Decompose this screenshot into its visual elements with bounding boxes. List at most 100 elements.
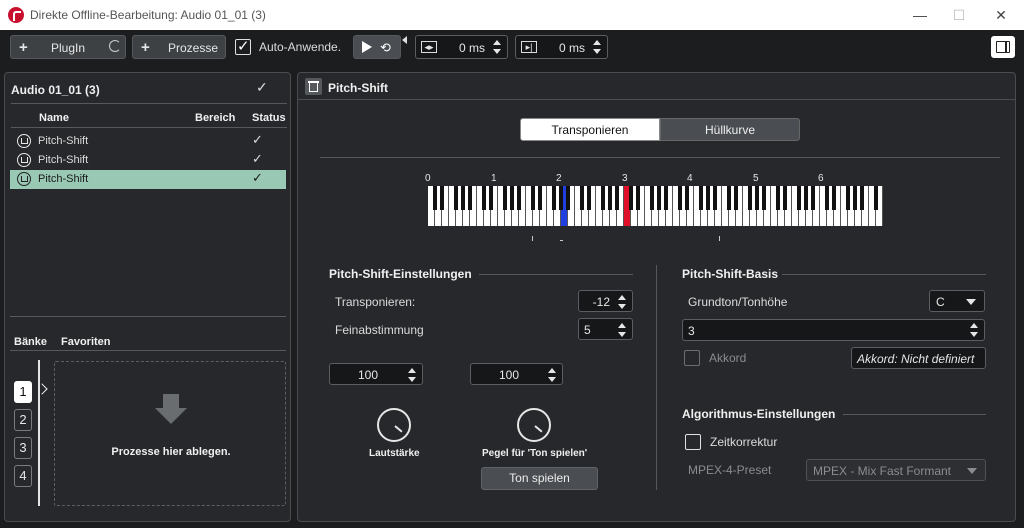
- piano-black-key[interactable]: [733, 186, 739, 210]
- piano-black-key[interactable]: [467, 186, 473, 210]
- process-drop-zone[interactable]: Prozesse hier ablegen.: [54, 361, 286, 506]
- piano-black-key[interactable]: [852, 186, 858, 210]
- stepper-arrows-icon[interactable]: [593, 39, 601, 55]
- bank-2-button[interactable]: 2: [14, 409, 32, 431]
- preset-dropdown[interactable]: MPEX - Mix Fast Formant: [806, 459, 986, 481]
- piano-black-key[interactable]: [859, 186, 865, 210]
- pre-crossfade-field[interactable]: ◂▸ 0 ms: [415, 35, 508, 59]
- piano-black-key[interactable]: [502, 186, 508, 210]
- piano-black-key[interactable]: [558, 186, 564, 210]
- bank-4-button[interactable]: 4: [14, 465, 32, 487]
- volume-stepper[interactable]: 100: [329, 363, 423, 385]
- stepper-arrows-icon[interactable]: [408, 367, 416, 383]
- piano-black-key[interactable]: [705, 186, 711, 210]
- column-status[interactable]: Status: [252, 112, 286, 124]
- column-range[interactable]: Bereich: [195, 112, 235, 124]
- layout-toggle-button[interactable]: [991, 36, 1015, 58]
- piano-black-key[interactable]: [747, 186, 753, 210]
- piano-black-key[interactable]: [698, 186, 704, 210]
- piano-black-key[interactable]: [824, 186, 830, 210]
- level-stepper[interactable]: 100: [470, 363, 563, 385]
- piano-black-key[interactable]: [775, 186, 781, 210]
- maximize-icon[interactable]: ☐: [949, 5, 969, 25]
- piano-black-key[interactable]: [600, 186, 606, 210]
- stepper-arrows-icon[interactable]: [618, 294, 626, 310]
- table-row[interactable]: Pitch-Shift ✓: [10, 151, 286, 170]
- root-dropdown[interactable]: C: [929, 290, 985, 312]
- transpose-stepper[interactable]: -12: [578, 290, 633, 312]
- piano-black-key[interactable]: [663, 186, 669, 210]
- play-tone-button[interactable]: Ton spielen: [481, 467, 598, 490]
- stepper-arrows-icon[interactable]: [548, 367, 556, 383]
- piano-black-key[interactable]: [565, 186, 571, 210]
- volume-value: 100: [358, 368, 379, 382]
- level-knob[interactable]: [517, 408, 551, 442]
- piano-black-key[interactable]: [684, 186, 690, 210]
- piano-black-key[interactable]: [614, 186, 620, 210]
- piano-black-key[interactable]: [712, 186, 718, 210]
- stepper-arrows-icon[interactable]: [618, 322, 626, 338]
- piano-black-key[interactable]: [845, 186, 851, 210]
- column-name[interactable]: Name: [39, 112, 69, 124]
- piano-black-key[interactable]: [831, 186, 837, 210]
- auto-apply-checkbox[interactable]: [235, 37, 251, 55]
- post-crossfade-field[interactable]: ▸| 0 ms: [515, 35, 608, 59]
- piano-black-key[interactable]: [481, 186, 487, 210]
- piano-black-key[interactable]: [579, 186, 585, 210]
- volume-knob[interactable]: [377, 408, 411, 442]
- piano-black-key[interactable]: [635, 186, 641, 210]
- piano-black-key[interactable]: [516, 186, 522, 210]
- tab-envelope[interactable]: Hüllkurve: [660, 118, 800, 141]
- piano-black-key[interactable]: [796, 186, 802, 210]
- add-plugin-button[interactable]: + PlugIn: [10, 35, 126, 59]
- piano-black-key[interactable]: [432, 186, 438, 210]
- piano-black-key[interactable]: [460, 186, 466, 210]
- time-correction-checkbox[interactable]: [685, 434, 701, 450]
- piano-black-key[interactable]: [628, 186, 634, 210]
- close-icon[interactable]: ✕: [991, 5, 1011, 25]
- chord-checkbox[interactable]: [684, 350, 700, 366]
- bank-3-button[interactable]: 3: [14, 437, 32, 459]
- bank-1-button[interactable]: 1: [14, 381, 32, 403]
- piano-black-key[interactable]: [551, 186, 557, 210]
- octave-value: 3: [688, 324, 695, 338]
- piano-black-key[interactable]: [761, 186, 767, 210]
- piano-black-key[interactable]: [726, 186, 732, 210]
- play-icon[interactable]: [362, 41, 372, 53]
- piano-black-key[interactable]: [509, 186, 515, 210]
- piano-black-key[interactable]: [439, 186, 445, 210]
- octave-stepper[interactable]: 3: [682, 319, 985, 341]
- table-row[interactable]: Pitch-Shift ✓: [10, 132, 286, 151]
- piano-black-key[interactable]: [586, 186, 592, 210]
- chord-define-button[interactable]: Akkord: Nicht definiert: [851, 347, 986, 369]
- delete-icon[interactable]: [305, 78, 322, 95]
- piano-black-key[interactable]: [607, 186, 613, 210]
- piano-black-key[interactable]: [782, 186, 788, 210]
- tab-favorites[interactable]: Favoriten: [61, 336, 111, 348]
- octave-label: 1: [491, 173, 497, 184]
- piano-black-key[interactable]: [649, 186, 655, 210]
- minimize-icon[interactable]: —: [910, 5, 930, 25]
- table-row-selected[interactable]: Pitch-Shift ✓: [10, 170, 286, 189]
- piano-black-key[interactable]: [453, 186, 459, 210]
- piano-black-key[interactable]: [810, 186, 816, 210]
- piano-black-key[interactable]: [537, 186, 543, 210]
- piano-black-key[interactable]: [803, 186, 809, 210]
- add-process-button[interactable]: + Prozesse: [132, 35, 226, 59]
- finetune-stepper[interactable]: 5: [578, 318, 633, 340]
- piano-black-key[interactable]: [873, 186, 879, 210]
- piano-black-key[interactable]: [530, 186, 536, 210]
- collapse-arrow-icon[interactable]: [402, 36, 407, 44]
- tab-banks[interactable]: Bänke: [14, 336, 47, 348]
- piano-keyboard[interactable]: [428, 186, 883, 226]
- piano-black-key[interactable]: [754, 186, 760, 210]
- piano-black-key[interactable]: [488, 186, 494, 210]
- range-marker-start: [532, 236, 533, 241]
- piano-black-key[interactable]: [677, 186, 683, 210]
- loop-icon[interactable]: ⟲: [380, 40, 391, 56]
- piano-black-key[interactable]: [656, 186, 662, 210]
- stepper-arrows-icon[interactable]: [493, 39, 501, 55]
- tab-transpose[interactable]: Transponieren: [520, 118, 660, 141]
- stepper-arrows-icon[interactable]: [970, 322, 978, 338]
- time-correction-label: Zeitkorrektur: [710, 435, 778, 449]
